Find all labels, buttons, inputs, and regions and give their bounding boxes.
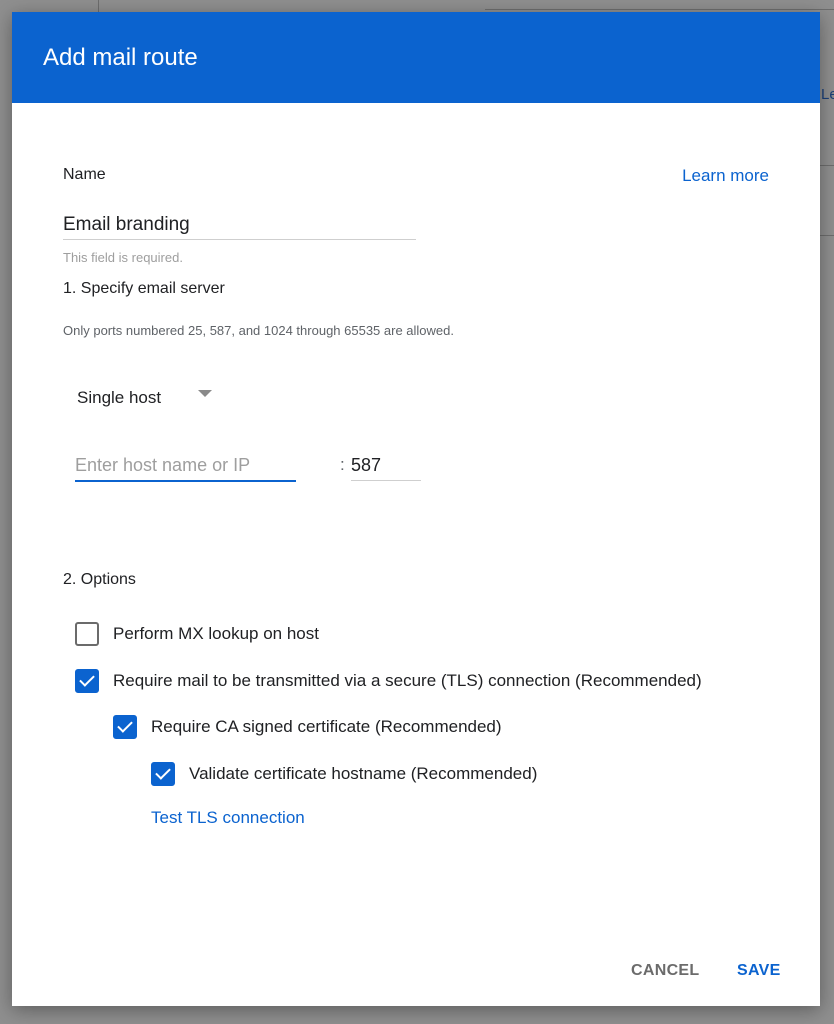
options-section-heading: 2. Options (63, 571, 136, 588)
save-button[interactable]: SAVE (737, 962, 781, 980)
require-tls-label: Require mail to be transmitted via a sec… (113, 671, 702, 690)
name-helper-text: This field is required. (63, 250, 183, 265)
require-ca-label: Require CA signed certificate (Recommend… (151, 717, 502, 736)
port-separator: : (340, 455, 345, 474)
host-mode-select[interactable]: Single host (77, 384, 227, 414)
require-tls-checkbox[interactable] (75, 669, 99, 693)
validate-hostname-label: Validate certificate hostname (Recommend… (189, 764, 538, 783)
add-mail-route-dialog: Add mail route Name Learn more This fiel… (12, 12, 820, 1006)
mx-lookup-label: Perform MX lookup on host (113, 624, 319, 643)
mx-lookup-option[interactable]: Perform MX lookup on host (75, 621, 319, 647)
dialog-header: Add mail route (12, 12, 820, 103)
require-ca-option[interactable]: Require CA signed certificate (Recommend… (113, 714, 502, 740)
name-label: Name (63, 166, 106, 183)
ports-note: Only ports numbered 25, 587, and 1024 th… (63, 323, 454, 338)
dropdown-caret-icon (198, 390, 212, 397)
validate-hostname-checkbox[interactable] (151, 762, 175, 786)
cancel-button[interactable]: CANCEL (631, 962, 699, 980)
test-tls-link[interactable]: Test TLS connection (151, 808, 305, 828)
host-mode-value: Single host (77, 388, 162, 407)
port-input[interactable] (351, 450, 421, 481)
background-panel (485, 0, 834, 10)
require-tls-option[interactable]: Require mail to be transmitted via a sec… (75, 668, 702, 694)
learn-more-link[interactable]: Learn more (682, 166, 769, 186)
background-link-peek: Le (821, 86, 834, 103)
mx-lookup-checkbox[interactable] (75, 622, 99, 646)
background-divider (98, 0, 99, 12)
server-section-heading: 1. Specify email server (63, 280, 225, 297)
dialog-title: Add mail route (43, 44, 198, 71)
name-input[interactable] (63, 210, 416, 240)
background-row (820, 166, 834, 236)
validate-hostname-option[interactable]: Validate certificate hostname (Recommend… (151, 761, 537, 787)
host-input[interactable] (75, 450, 296, 482)
require-ca-checkbox[interactable] (113, 715, 137, 739)
